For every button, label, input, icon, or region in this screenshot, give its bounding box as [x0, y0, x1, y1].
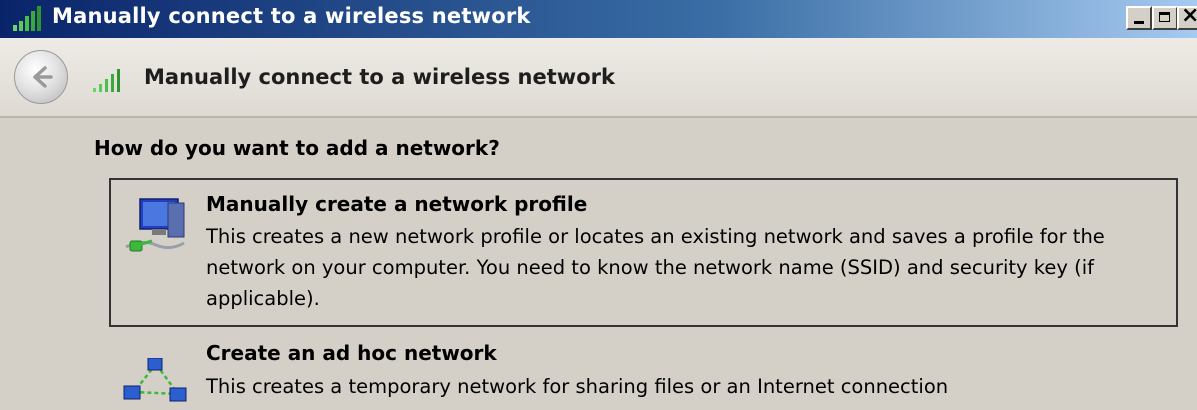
maximize-button[interactable]	[1152, 6, 1178, 30]
ad-hoc-network-icon	[123, 358, 187, 402]
back-arrow-icon	[33, 66, 53, 88]
option-description: This creates a temporary network for sha…	[206, 375, 949, 398]
title-bar[interactable]: Manually connect to a wireless network ×	[0, 0, 1197, 38]
wireless-signal-icon	[93, 69, 120, 92]
wizard-window: Manually connect to a wireless network ×…	[0, 0, 1197, 410]
window-title: Manually connect to a wireless network	[52, 4, 531, 28]
page-title: Manually connect to a wireless network	[144, 65, 615, 89]
close-icon: ×	[1181, 3, 1197, 28]
back-button[interactable]	[14, 50, 68, 104]
wizard-header: Manually connect to a wireless network	[0, 38, 1197, 118]
minimize-button[interactable]	[1126, 6, 1152, 30]
option-title: Manually create a network profile	[206, 192, 588, 216]
close-button[interactable]: ×	[1177, 3, 1197, 30]
network-computer-icon	[125, 198, 185, 252]
question-heading: How do you want to add a network?	[94, 136, 500, 160]
wireless-signal-icon	[13, 6, 41, 31]
option-description: This creates a new network profile or lo…	[206, 225, 1105, 310]
option-title: Create an ad hoc network	[206, 341, 497, 365]
